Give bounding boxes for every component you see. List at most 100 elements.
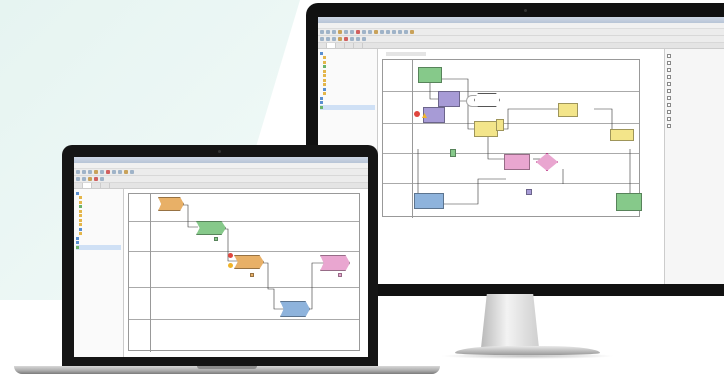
panel-item[interactable] xyxy=(667,73,722,80)
undo-icon[interactable] xyxy=(362,30,366,34)
cut-icon[interactable] xyxy=(94,170,98,174)
tab-1[interactable] xyxy=(74,183,83,188)
process-node[interactable] xyxy=(414,193,444,209)
undo-icon[interactable] xyxy=(112,170,116,174)
process-node[interactable] xyxy=(214,237,218,241)
tree-item-selected[interactable] xyxy=(76,245,121,250)
monitor-stand-neck xyxy=(481,294,539,348)
underline-icon[interactable] xyxy=(332,37,336,41)
line-color-icon[interactable] xyxy=(344,37,348,41)
process-node[interactable] xyxy=(320,255,350,271)
format-icon[interactable] xyxy=(386,30,390,34)
checkbox[interactable] xyxy=(667,123,671,128)
checkbox[interactable] xyxy=(667,81,671,86)
checkbox[interactable] xyxy=(667,67,671,72)
grid-icon[interactable] xyxy=(130,170,134,174)
event-node[interactable] xyxy=(228,253,233,258)
tab-4[interactable] xyxy=(101,183,110,188)
shape-icon[interactable] xyxy=(362,37,366,41)
laptop-diagram-canvas[interactable] xyxy=(124,189,368,357)
tab-4[interactable] xyxy=(345,43,354,48)
panel-item[interactable] xyxy=(667,87,722,94)
process-node[interactable] xyxy=(438,91,460,107)
redo-icon[interactable] xyxy=(118,170,122,174)
checkbox[interactable] xyxy=(667,102,671,107)
paste-icon[interactable] xyxy=(350,30,354,34)
process-node[interactable] xyxy=(616,193,642,211)
grid-icon[interactable] xyxy=(398,30,402,34)
process-node[interactable] xyxy=(526,189,532,195)
new-icon[interactable] xyxy=(76,170,80,174)
process-node[interactable] xyxy=(423,107,445,123)
italic-icon[interactable] xyxy=(326,37,330,41)
delete-icon[interactable] xyxy=(106,170,110,174)
process-node[interactable] xyxy=(280,301,310,317)
desktop-diagram-canvas[interactable] xyxy=(378,49,664,284)
checkbox[interactable] xyxy=(667,109,671,114)
monitor-camera xyxy=(524,9,527,12)
new-icon[interactable] xyxy=(320,30,324,34)
process-node[interactable] xyxy=(158,197,184,211)
panel-item[interactable] xyxy=(667,115,722,122)
checkbox[interactable] xyxy=(667,74,671,79)
cut-icon[interactable] xyxy=(338,30,342,34)
tab-2[interactable] xyxy=(83,183,92,188)
save-icon[interactable] xyxy=(332,30,336,34)
process-node[interactable] xyxy=(474,121,498,137)
tab-3[interactable] xyxy=(92,183,101,188)
panel-item[interactable] xyxy=(667,80,722,87)
align-icon[interactable] xyxy=(380,30,384,34)
panel-item[interactable] xyxy=(667,108,722,115)
process-node[interactable] xyxy=(418,67,442,83)
panel-item[interactable] xyxy=(667,94,722,101)
fill-color-icon[interactable] xyxy=(88,177,92,181)
panel-item[interactable] xyxy=(667,52,722,59)
tree-item-selected[interactable] xyxy=(320,105,375,110)
line-color-icon[interactable] xyxy=(94,177,98,181)
process-node[interactable] xyxy=(496,119,504,131)
process-node[interactable] xyxy=(338,273,342,277)
help-icon[interactable] xyxy=(410,30,414,34)
zoom-icon[interactable] xyxy=(374,30,378,34)
panel-item[interactable] xyxy=(667,122,722,129)
layer-icon[interactable] xyxy=(356,37,360,41)
tab-2[interactable] xyxy=(327,43,336,48)
tab-3[interactable] xyxy=(336,43,345,48)
process-node[interactable] xyxy=(610,129,634,141)
save-icon[interactable] xyxy=(88,170,92,174)
fill-color-icon[interactable] xyxy=(338,37,342,41)
tab-1[interactable] xyxy=(318,43,327,48)
checkbox[interactable] xyxy=(667,95,671,100)
open-icon[interactable] xyxy=(82,170,86,174)
delete-icon[interactable] xyxy=(356,30,360,34)
event-node[interactable] xyxy=(228,263,233,268)
checkbox[interactable] xyxy=(667,116,671,121)
process-node[interactable] xyxy=(196,221,226,235)
connector-icon[interactable] xyxy=(392,30,396,34)
open-icon[interactable] xyxy=(326,30,330,34)
checkbox[interactable] xyxy=(667,88,671,93)
copy-icon[interactable] xyxy=(100,170,104,174)
panel-item[interactable] xyxy=(667,59,722,66)
panel-item[interactable] xyxy=(667,101,722,108)
zoom-icon[interactable] xyxy=(124,170,128,174)
panel-item[interactable] xyxy=(667,66,722,73)
process-node[interactable] xyxy=(558,103,578,117)
bold-icon[interactable] xyxy=(320,37,324,41)
italic-icon[interactable] xyxy=(82,177,86,181)
process-node[interactable] xyxy=(504,154,530,170)
redo-icon[interactable] xyxy=(368,30,372,34)
event-node[interactable] xyxy=(414,111,420,117)
checkbox[interactable] xyxy=(667,53,671,58)
tab-5[interactable] xyxy=(354,43,363,48)
milestone-node[interactable] xyxy=(474,93,500,107)
process-node[interactable] xyxy=(450,149,456,157)
copy-icon[interactable] xyxy=(344,30,348,34)
checkbox[interactable] xyxy=(667,60,671,65)
process-node[interactable] xyxy=(234,255,264,269)
shape-icon[interactable] xyxy=(100,177,104,181)
process-node[interactable] xyxy=(250,273,254,277)
bold-icon[interactable] xyxy=(76,177,80,181)
font-size-icon[interactable] xyxy=(350,37,354,41)
print-icon[interactable] xyxy=(404,30,408,34)
